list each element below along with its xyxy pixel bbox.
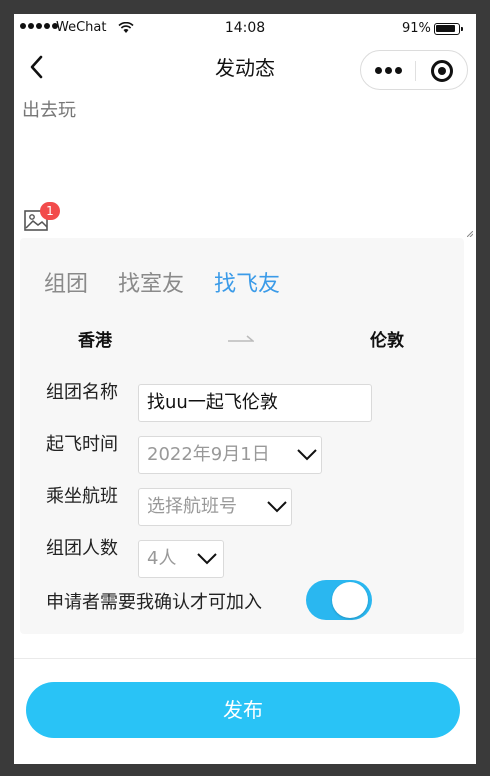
post-textarea[interactable]: 出去玩	[22, 96, 76, 122]
approval-toggle[interactable]	[306, 580, 372, 620]
image-count-badge: 1	[40, 202, 60, 220]
departure-label: 起飞时间	[46, 434, 118, 455]
chevron-down-icon	[267, 501, 287, 513]
route-arrow-icon	[228, 335, 254, 342]
capsule-divider	[415, 61, 416, 81]
departure-date-value: 2022年9月1日	[147, 444, 270, 465]
chevron-down-icon	[197, 553, 217, 565]
battery-tip	[461, 27, 463, 31]
tab-roommate[interactable]: 找室友	[118, 266, 184, 298]
target-close-icon[interactable]	[431, 60, 453, 82]
more-dots-icon[interactable]	[375, 67, 402, 74]
divider	[14, 658, 476, 659]
flight-label: 乘坐航班	[46, 486, 118, 507]
group-size-label: 组团人数	[46, 538, 118, 559]
status-bar: WeChat 14:08 91%	[14, 14, 476, 46]
departure-date-select[interactable]: 2022年9月1日	[138, 436, 322, 474]
group-name-input[interactable]: 找uu一起飞伦敦	[138, 384, 372, 422]
tab-group[interactable]: 组团	[44, 266, 88, 298]
chevron-down-icon	[297, 449, 317, 461]
route-origin[interactable]: 香港	[78, 326, 112, 351]
tab-flight-mate[interactable]: 找飞友	[214, 266, 280, 298]
category-tabs: 组团 找室友 找飞友	[44, 266, 280, 298]
group-size-select[interactable]: 4人	[138, 540, 224, 578]
resize-handle-icon[interactable]	[467, 231, 473, 237]
battery-percent: 91%	[402, 21, 431, 36]
battery-icon	[434, 23, 460, 35]
group-name-label: 组团名称	[46, 382, 118, 403]
group-size-value: 4人	[147, 548, 177, 569]
flight-number-placeholder: 选择航班号	[147, 496, 237, 517]
flight-number-select[interactable]: 选择航班号	[138, 488, 292, 526]
route-destination[interactable]: 伦敦	[370, 326, 404, 351]
publish-button[interactable]: 发布	[26, 682, 460, 738]
approval-label: 申请者需要我确认才可加入	[46, 592, 262, 613]
toggle-knob	[332, 582, 368, 618]
phone-screen: WeChat 14:08 91% 发动态 出去玩 1 组团 找室友 找飞友 香港…	[14, 14, 476, 764]
trip-form-card: 组团 找室友 找飞友 香港 伦敦 组团名称 找uu一起飞伦敦 起飞时间 2022…	[20, 238, 464, 634]
mini-program-capsule	[360, 50, 468, 90]
